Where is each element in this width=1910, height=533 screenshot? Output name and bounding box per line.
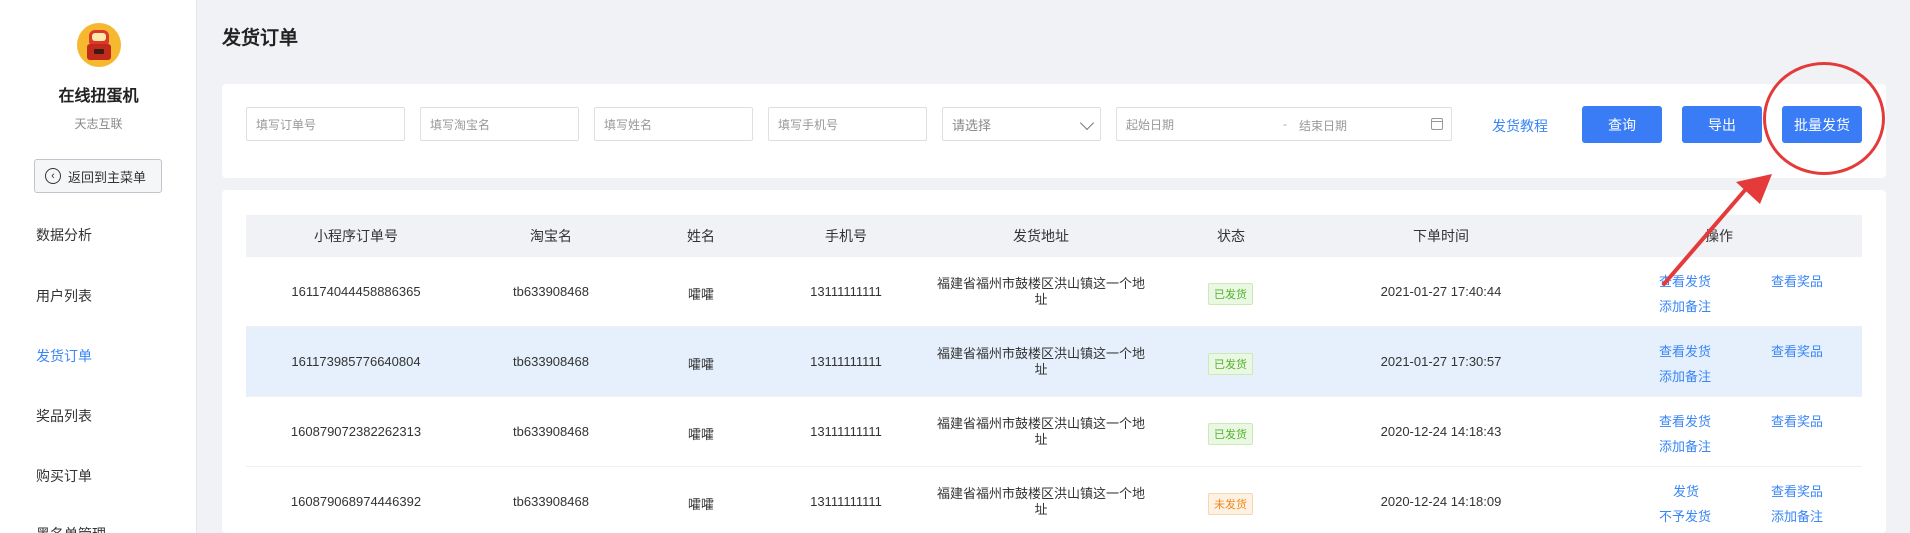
phone-cell: 13111111111 bbox=[810, 284, 882, 299]
status-select-placeholder: 请选择 bbox=[952, 117, 992, 133]
app-name: 在线扭蛋机 bbox=[58, 88, 139, 105]
taobao-name-cell: tb633908468 bbox=[513, 354, 589, 369]
order-number-cell: 160879068974446392 bbox=[290, 494, 422, 509]
page-title: 发货订单 bbox=[222, 28, 299, 49]
order-number-input[interactable]: 填写订单号 bbox=[246, 107, 405, 141]
status-badge: 已发货 bbox=[1208, 353, 1253, 375]
orders-table: 小程序订单号 淘宝名 姓名 手机号 发货地址 状态 下单时间 操作 161174… bbox=[222, 190, 1886, 533]
export-button[interactable]: 导出 bbox=[1682, 106, 1762, 143]
view-shipping-link[interactable]: 查看发货 bbox=[1659, 341, 1711, 360]
add-note-link[interactable]: 添加备注 bbox=[1659, 436, 1711, 455]
order-time-cell: 2020-12-24 14:18:09 bbox=[1380, 494, 1502, 509]
date-separator: - bbox=[1283, 117, 1287, 131]
reject-shipping-link[interactable]: 不予发货 bbox=[1659, 506, 1711, 525]
ship-link[interactable]: 发货 bbox=[1673, 481, 1699, 500]
date-range-picker[interactable]: 起始日期 - 结束日期 bbox=[1116, 107, 1452, 141]
column-header: 操作 bbox=[1705, 228, 1733, 244]
name-cell: 嚯嚯 bbox=[687, 497, 714, 512]
phone-cell: 13111111111 bbox=[810, 494, 882, 509]
column-header: 状态 bbox=[1217, 228, 1245, 244]
phone-cell: 13111111111 bbox=[810, 354, 882, 369]
status-badge: 未发货 bbox=[1208, 493, 1253, 515]
name-cell: 嚯嚯 bbox=[687, 357, 714, 372]
view-prize-link[interactable]: 查看奖品 bbox=[1771, 271, 1823, 290]
order-time-cell: 2021-01-27 17:30:57 bbox=[1380, 354, 1502, 369]
status-badge: 已发货 bbox=[1208, 283, 1253, 305]
sidebar-item-blacklist[interactable]: 黑名单管理 bbox=[36, 524, 106, 533]
view-shipping-link[interactable]: 查看发货 bbox=[1659, 271, 1711, 290]
column-header: 发货地址 bbox=[1013, 228, 1069, 244]
name-placeholder: 填写姓名 bbox=[604, 117, 653, 132]
sidebar-item-shipping-orders[interactable]: 发货订单 bbox=[36, 346, 92, 366]
view-prize-link[interactable]: 查看奖品 bbox=[1771, 411, 1823, 430]
taobao-name-placeholder: 填写淘宝名 bbox=[430, 117, 491, 132]
column-header: 下单时间 bbox=[1413, 228, 1469, 244]
status-select[interactable]: 请选择 bbox=[942, 107, 1101, 141]
order-time-cell: 2020-12-24 14:18:43 bbox=[1380, 424, 1502, 439]
table-row: 160879068974446392 tb633908468 嚯嚯 131111… bbox=[246, 467, 1862, 533]
start-date-placeholder: 起始日期 bbox=[1126, 117, 1175, 132]
view-shipping-link[interactable]: 查看发货 bbox=[1659, 411, 1711, 430]
filter-bar: 填写订单号 填写淘宝名 填写姓名 填写手机号 请选择 起始日期 - 结束日期 发… bbox=[222, 84, 1886, 178]
sidebar-item-data-analysis[interactable]: 数据分析 bbox=[36, 225, 92, 245]
table-row: 161174044458886365 tb633908468 嚯嚯 131111… bbox=[246, 257, 1862, 327]
phone-cell: 13111111111 bbox=[810, 424, 882, 439]
order-number-cell: 161173985776640804 bbox=[291, 354, 421, 369]
view-prize-link[interactable]: 查看奖品 bbox=[1771, 481, 1823, 500]
column-header: 姓名 bbox=[687, 228, 715, 244]
column-header: 手机号 bbox=[825, 228, 867, 244]
order-number-cell: 161174044458886365 bbox=[291, 284, 421, 299]
back-to-main-menu-button[interactable]: ‹ 返回到主菜单 bbox=[34, 159, 162, 193]
column-header: 淘宝名 bbox=[530, 228, 572, 244]
name-cell: 嚯嚯 bbox=[687, 427, 714, 442]
sidebar-item-prize-list[interactable]: 奖品列表 bbox=[36, 406, 92, 426]
taobao-name-input[interactable]: 填写淘宝名 bbox=[420, 107, 579, 141]
address-cell: 福建省福州市鼓楼区洪山镇这一个地址 bbox=[936, 416, 1145, 447]
chevron-down-icon bbox=[1079, 115, 1095, 131]
phone-input[interactable]: 填写手机号 bbox=[768, 107, 927, 141]
status-badge: 已发货 bbox=[1208, 423, 1253, 445]
address-cell: 福建省福州市鼓楼区洪山镇这一个地址 bbox=[936, 346, 1145, 377]
table-header: 小程序订单号 淘宝名 姓名 手机号 发货地址 状态 下单时间 操作 bbox=[246, 215, 1862, 257]
order-number-placeholder: 填写订单号 bbox=[256, 117, 317, 132]
shipping-tutorial-link[interactable]: 发货教程 bbox=[1492, 116, 1548, 136]
sidebar-item-purchase-orders[interactable]: 购买订单 bbox=[36, 466, 92, 486]
taobao-name-cell: tb633908468 bbox=[513, 494, 589, 509]
order-time-cell: 2021-01-27 17:40:44 bbox=[1380, 284, 1502, 299]
add-note-link[interactable]: 添加备注 bbox=[1771, 506, 1823, 525]
back-button-label: 返回到主菜单 bbox=[68, 169, 147, 185]
add-note-link[interactable]: 添加备注 bbox=[1659, 366, 1711, 385]
table-row: 161173985776640804 tb633908468 嚯嚯 131111… bbox=[246, 327, 1862, 397]
table-row: 160879072382262313 tb633908468 嚯嚯 131111… bbox=[246, 397, 1862, 467]
add-note-link[interactable]: 添加备注 bbox=[1659, 296, 1711, 315]
annotation-highlight-circle bbox=[1763, 62, 1885, 175]
app-logo bbox=[77, 23, 121, 67]
name-cell: 嚯嚯 bbox=[687, 287, 714, 302]
address-cell: 福建省福州市鼓楼区洪山镇这一个地址 bbox=[936, 486, 1145, 517]
phone-placeholder: 填写手机号 bbox=[778, 117, 839, 132]
view-prize-link[interactable]: 查看奖品 bbox=[1771, 341, 1823, 360]
name-input[interactable]: 填写姓名 bbox=[594, 107, 753, 141]
chevron-left-circle-icon: ‹ bbox=[45, 168, 61, 184]
taobao-name-cell: tb633908468 bbox=[513, 284, 589, 299]
sidebar-item-user-list[interactable]: 用户列表 bbox=[36, 286, 92, 306]
column-header: 小程序订单号 bbox=[314, 228, 398, 244]
calendar-icon bbox=[1431, 118, 1443, 130]
end-date-placeholder: 结束日期 bbox=[1299, 119, 1348, 133]
sidebar: 在线扭蛋机 天志互联 ‹ 返回到主菜单 数据分析 用户列表 发货订单 奖品列表 … bbox=[0, 0, 197, 533]
taobao-name-cell: tb633908468 bbox=[513, 424, 589, 439]
order-number-cell: 160879072382262313 bbox=[290, 424, 422, 439]
app-subtitle: 天志互联 bbox=[74, 117, 123, 131]
address-cell: 福建省福州市鼓楼区洪山镇这一个地址 bbox=[936, 276, 1145, 307]
query-button[interactable]: 查询 bbox=[1582, 106, 1662, 143]
